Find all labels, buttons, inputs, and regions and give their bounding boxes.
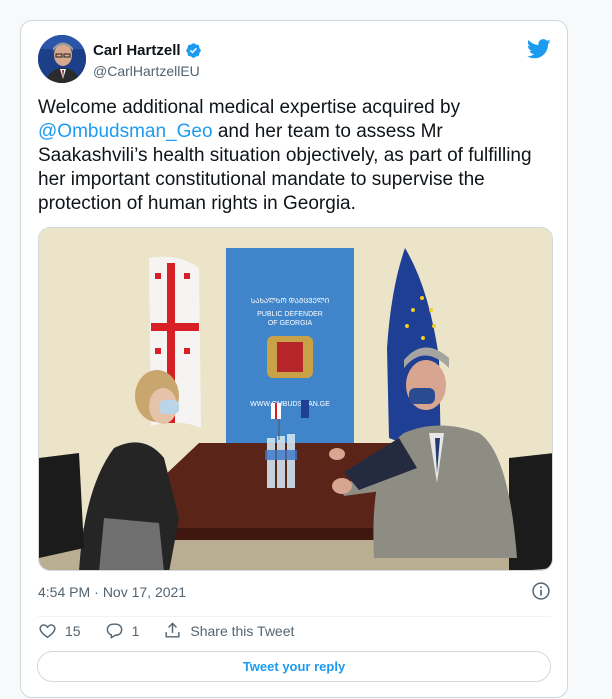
timestamp-separator: ·: [94, 584, 99, 600]
tweet-time: 4:54 PM: [38, 584, 91, 600]
like-button[interactable]: 15: [38, 621, 81, 640]
info-icon[interactable]: [531, 581, 551, 601]
tweet-actions: 15 1 Share this Tweet: [38, 621, 318, 640]
like-count: 15: [65, 622, 81, 639]
verified-badge-icon: [185, 43, 201, 58]
avatar[interactable]: [38, 35, 86, 83]
tweet-timestamp[interactable]: 4:54 PM · Nov 17, 2021: [38, 584, 186, 600]
banner-line-2: OF GEORGIA: [268, 320, 313, 327]
author-handle[interactable]: @CarlHartzellEU: [93, 63, 200, 79]
mention-link[interactable]: @Ombudsman_Geo: [38, 121, 213, 142]
svg-text:ᲡᲐᲮᲐᲚᲮᲝ ᲓᲐᲛᲪᲕᲔᲚᲘ: ᲡᲐᲮᲐᲚᲮᲝ ᲓᲐᲛᲪᲕᲔᲚᲘ: [251, 297, 329, 305]
tweet-your-reply-button[interactable]: Tweet your reply: [37, 651, 551, 682]
banner-url: WWW.OMBUDSMAN.GE: [250, 401, 330, 408]
banner-line-1: PUBLIC DEFENDER: [257, 311, 323, 318]
reply-count: 1: [131, 622, 140, 639]
heart-icon: [39, 624, 56, 639]
tweet-photo[interactable]: ᲡᲐᲮᲐᲚᲮᲝ ᲓᲐᲛᲪᲕᲔᲚᲘ PUBLIC DEFENDER OF GEOR…: [38, 227, 553, 571]
author-name[interactable]: Carl Hartzell: [93, 42, 181, 59]
tweet-date: Nov 17, 2021: [102, 584, 187, 600]
tweet-text-start: Welcome additional medical expertise acq…: [38, 97, 461, 118]
reply-action-button[interactable]: 1: [105, 621, 140, 640]
author-row: Carl Hartzell: [93, 42, 202, 59]
tweet-text: Welcome additional medical expertise acq…: [38, 96, 538, 216]
share-button[interactable]: Share this Tweet: [163, 621, 294, 640]
divider: [38, 616, 551, 617]
twitter-bird-icon[interactable]: [527, 39, 551, 59]
reply-icon: [106, 623, 122, 639]
tweet-card: Carl Hartzell @CarlHartzellEU Welcome ad…: [20, 20, 568, 698]
share-icon: [165, 622, 180, 638]
share-label: Share this Tweet: [190, 622, 295, 639]
